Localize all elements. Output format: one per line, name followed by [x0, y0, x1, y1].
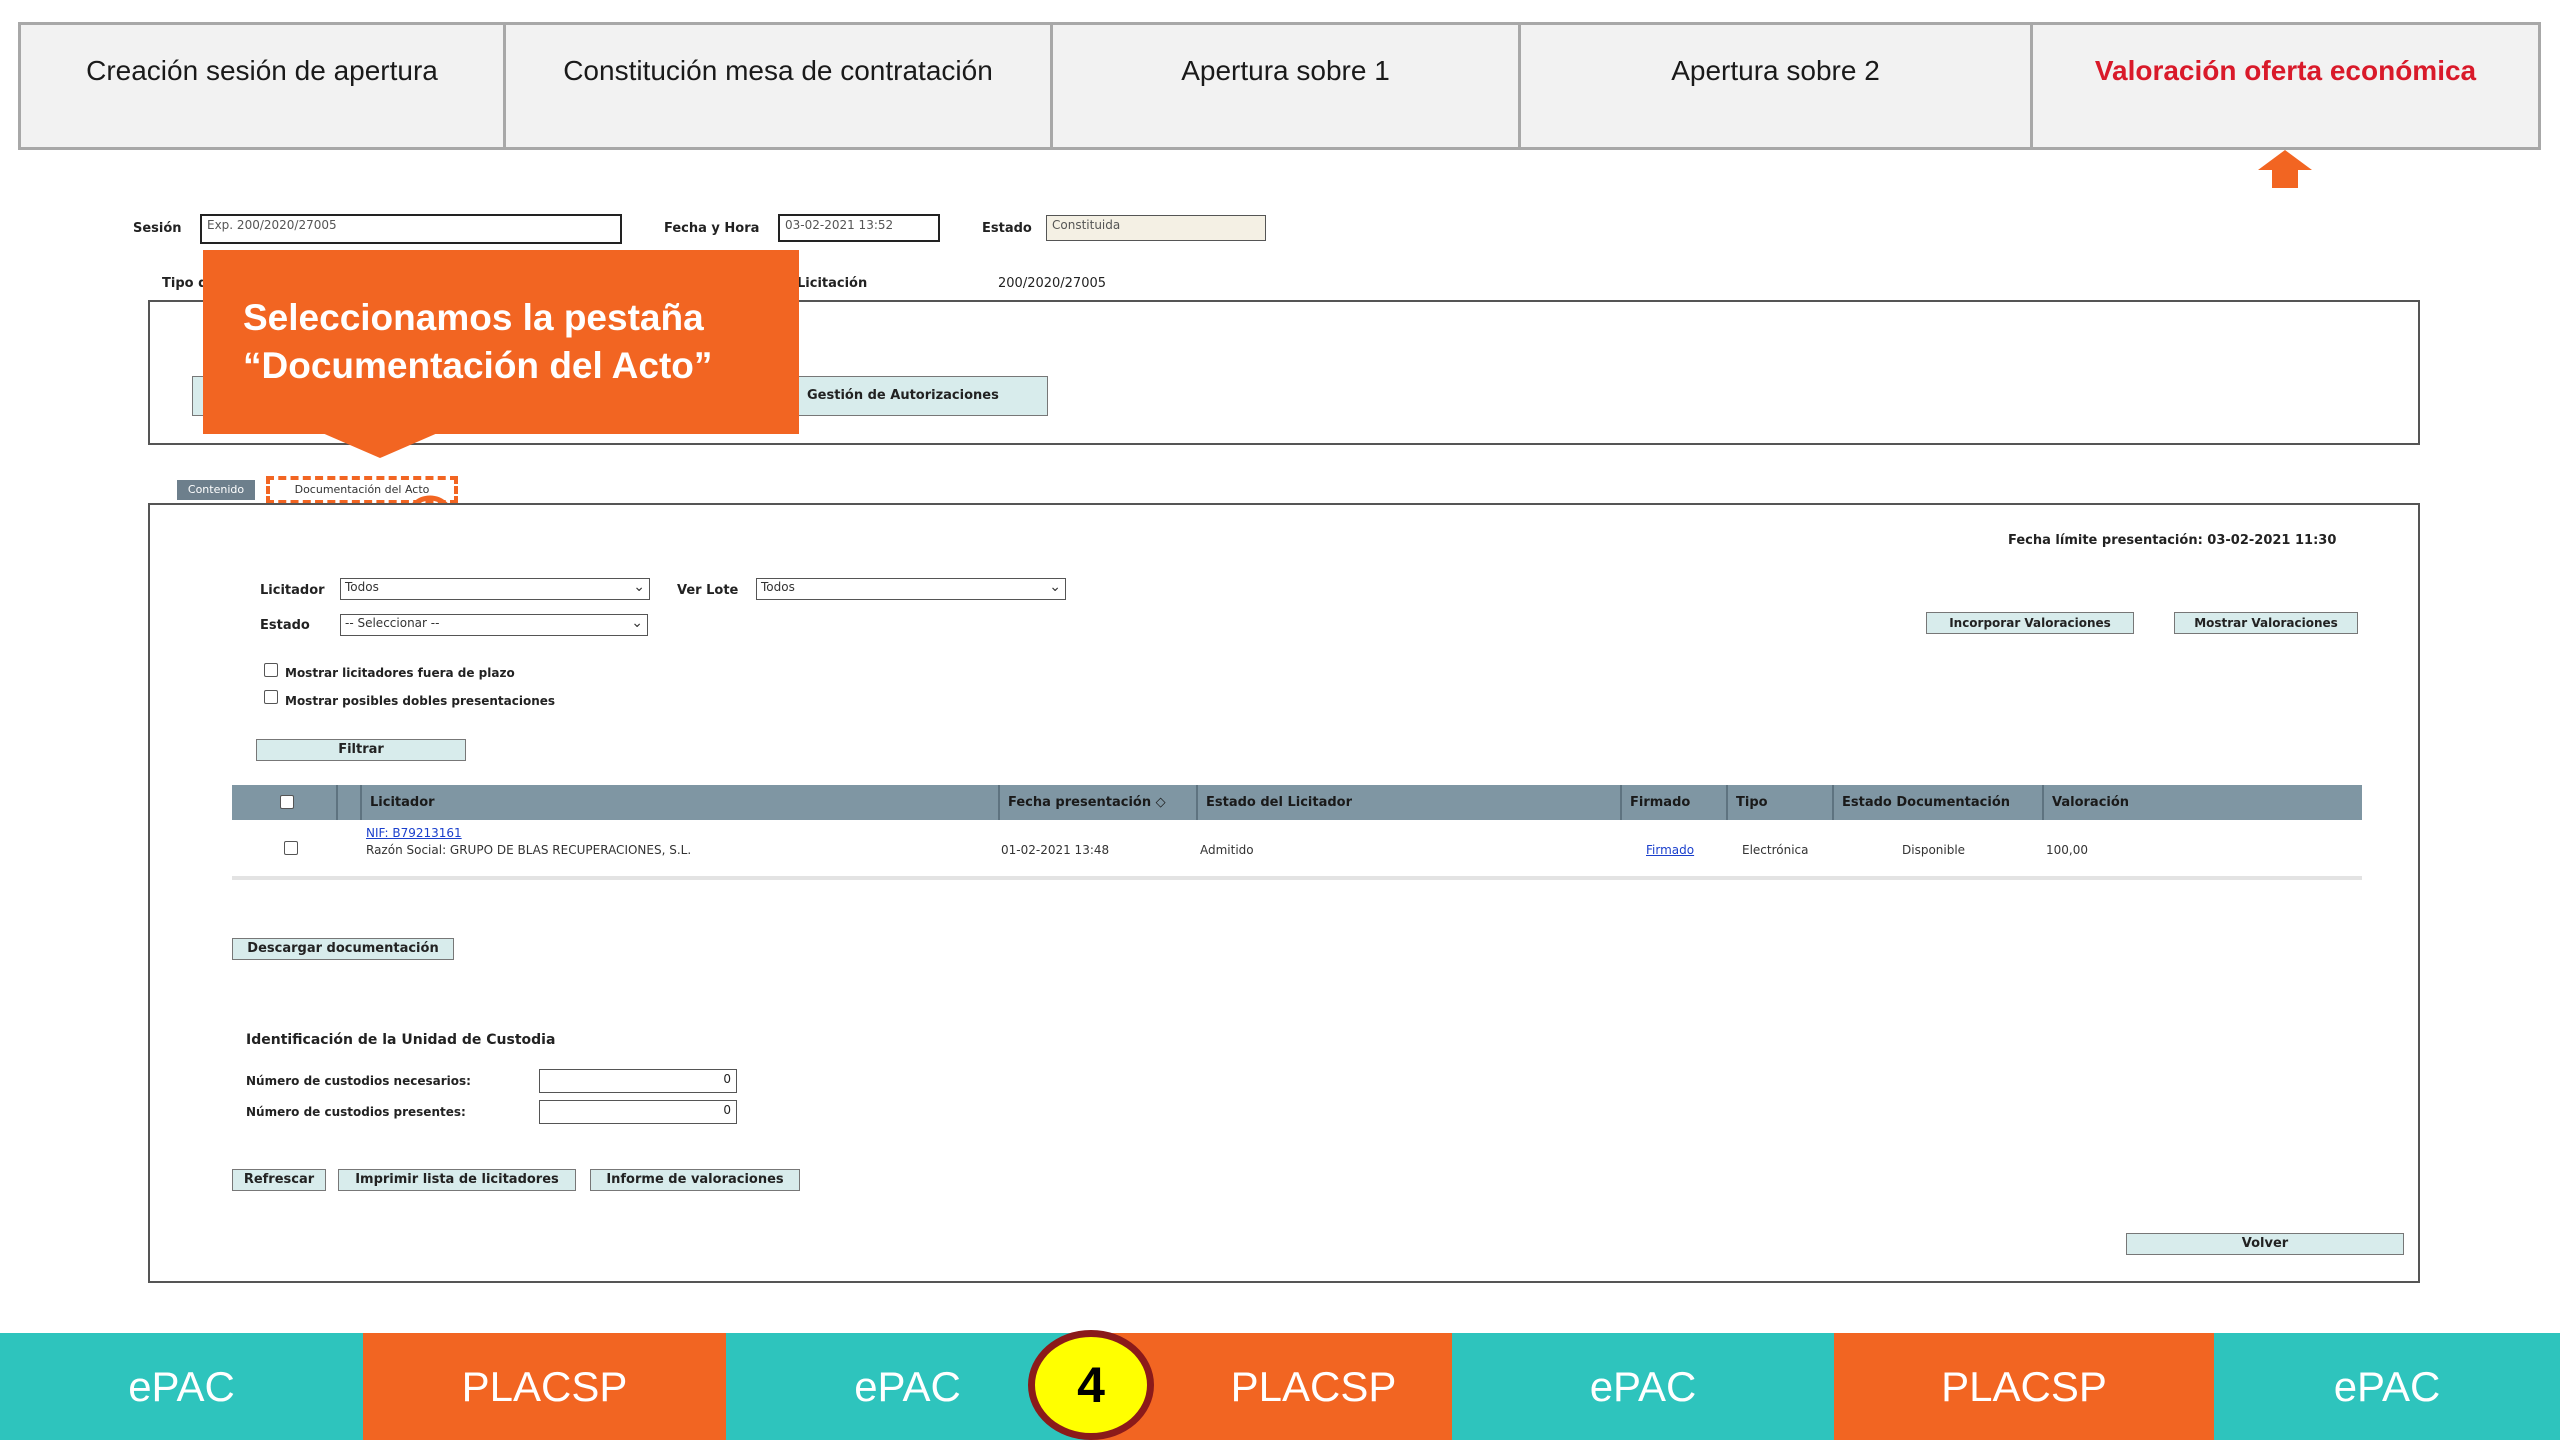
th-estado-documentacion: Estado Documentación	[1832, 785, 2042, 820]
th-valoracion: Valoración	[2042, 785, 2362, 820]
fuera-plazo-checkbox[interactable]	[264, 663, 278, 677]
estado-field[interactable]: Constituida	[1046, 215, 1266, 241]
ver-lote-select[interactable]: Todos ⌄	[756, 578, 1066, 600]
tab-contenido[interactable]: Contenido	[177, 480, 255, 500]
process-steps: Creación sesión de apertura Constitución…	[18, 22, 2541, 150]
chevron-down-icon: ⌄	[1049, 579, 1061, 595]
row-checkbox[interactable]	[284, 841, 298, 855]
estado-documentacion-cell: Disponible	[1902, 843, 1966, 857]
fecha-hora-label: Fecha y Hora	[664, 221, 760, 236]
step-apertura-2[interactable]: Apertura sobre 2	[1521, 25, 2033, 147]
estado-licitador-cell: Admitido	[1200, 843, 1254, 857]
fuera-plazo-label: Mostrar licitadores fuera de plazo	[285, 666, 515, 680]
bottom-segment-epac: ePAC	[2214, 1333, 2560, 1440]
th-firmado: Firmado	[1620, 785, 1726, 820]
mostrar-valoraciones-button[interactable]: Mostrar Valoraciones	[2174, 612, 2358, 634]
custodios-necesarios-input[interactable]: 0	[539, 1069, 737, 1093]
sesion-field[interactable]: Exp. 200/2020/27005	[200, 214, 622, 244]
fecha-limite: Fecha límite presentación: 03-02-2021 11…	[2008, 533, 2337, 548]
step-creacion[interactable]: Creación sesión de apertura	[21, 25, 506, 147]
tipo-cell: Electrónica	[1742, 843, 1809, 857]
estado-select-value: -- Seleccionar --	[345, 616, 440, 630]
th-spacer	[336, 785, 360, 820]
sesion-label: Sesión	[133, 221, 182, 236]
imprimir-lista-button[interactable]: Imprimir lista de licitadores	[338, 1169, 576, 1191]
licitador-select[interactable]: Todos ⌄	[340, 578, 650, 600]
step-apertura-1[interactable]: Apertura sobre 1	[1053, 25, 1521, 147]
valoracion-cell: 100,00	[2046, 843, 2088, 857]
table-header: Licitador Fecha presentación ◇ Estado de…	[232, 785, 2362, 820]
ver-lote-label: Ver Lote	[677, 583, 739, 598]
th-licitador[interactable]: Licitador	[360, 785, 1000, 820]
step-constitucion[interactable]: Constitución mesa de contratación	[506, 25, 1053, 147]
th-fecha-presentacion[interactable]: Fecha presentación ◇	[998, 785, 1196, 820]
firmado-link[interactable]: Firmado	[1646, 843, 1694, 857]
callout-pointer	[320, 432, 440, 458]
estado-select[interactable]: -- Seleccionar -- ⌄	[340, 614, 648, 636]
nif-link[interactable]: NIF: B79213161	[366, 826, 462, 840]
bottom-segment-placsp: PLACSP	[1834, 1333, 2214, 1440]
callout-line-1: Seleccionamos la pestaña	[243, 297, 704, 338]
descargar-documentacion-button[interactable]: Descargar documentación	[232, 938, 454, 960]
th-estado-licitador: Estado del Licitador	[1196, 785, 1620, 820]
fecha-presentacion-cell: 01-02-2021 13:48	[1001, 843, 1110, 857]
razon-social: Razón Social: GRUPO DE BLAS RECUPERACION…	[366, 843, 692, 857]
tipo-label: Tipo d	[162, 276, 208, 291]
volver-button[interactable]: Volver	[2126, 1233, 2404, 1255]
custodios-necesarios-label: Número de custodios necesarios:	[246, 1074, 471, 1088]
table-divider	[232, 876, 2362, 880]
custodia-title: Identificación de la Unidad de Custodia	[246, 1032, 556, 1048]
licitador-select-value: Todos	[345, 580, 379, 594]
select-all-checkbox[interactable]	[280, 795, 294, 809]
filtrar-button[interactable]: Filtrar	[256, 739, 466, 761]
chevron-down-icon: ⌄	[633, 579, 645, 595]
licitacion-value: 200/2020/27005	[998, 276, 1107, 291]
incorporar-valoraciones-button[interactable]: Incorporar Valoraciones	[1926, 612, 2134, 634]
bottom-segment-epac: ePAC	[0, 1333, 363, 1440]
dobles-checkbox[interactable]	[264, 690, 278, 704]
refrescar-button[interactable]: Refrescar	[232, 1169, 326, 1191]
up-arrow-icon	[2258, 150, 2312, 188]
th-tipo: Tipo	[1726, 785, 1832, 820]
bottom-bar: ePAC PLACSP ePAC PLACSP ePAC PLACSP ePAC	[0, 1333, 2560, 1440]
dobles-label: Mostrar posibles dobles presentaciones	[285, 694, 556, 708]
informe-valoraciones-button[interactable]: Informe de valoraciones	[590, 1169, 800, 1191]
estado-label: Estado	[982, 221, 1032, 236]
estado-filter-label: Estado	[260, 618, 310, 633]
step-valoracion-active[interactable]: Valoración oferta económica	[2033, 25, 2538, 147]
custodios-presentes-input[interactable]: 0	[539, 1100, 737, 1124]
custodios-presentes-label: Número de custodios presentes:	[246, 1105, 466, 1119]
licitacion-label: Licitación	[797, 276, 868, 291]
fecha-hora-field[interactable]: 03-02-2021 13:52	[778, 214, 940, 242]
bottom-segment-placsp: PLACSP	[363, 1333, 726, 1440]
callout-line-2: “Documentación del Acto”	[243, 345, 713, 386]
chevron-down-icon: ⌄	[631, 615, 643, 631]
ver-lote-select-value: Todos	[761, 580, 795, 594]
bottom-segment-epac: ePAC	[1452, 1333, 1834, 1440]
licitador-filter-label: Licitador	[260, 583, 325, 598]
step-number-badge: 4	[1028, 1330, 1154, 1440]
instruction-callout: Seleccionamos la pestaña “Documentación …	[203, 250, 799, 434]
